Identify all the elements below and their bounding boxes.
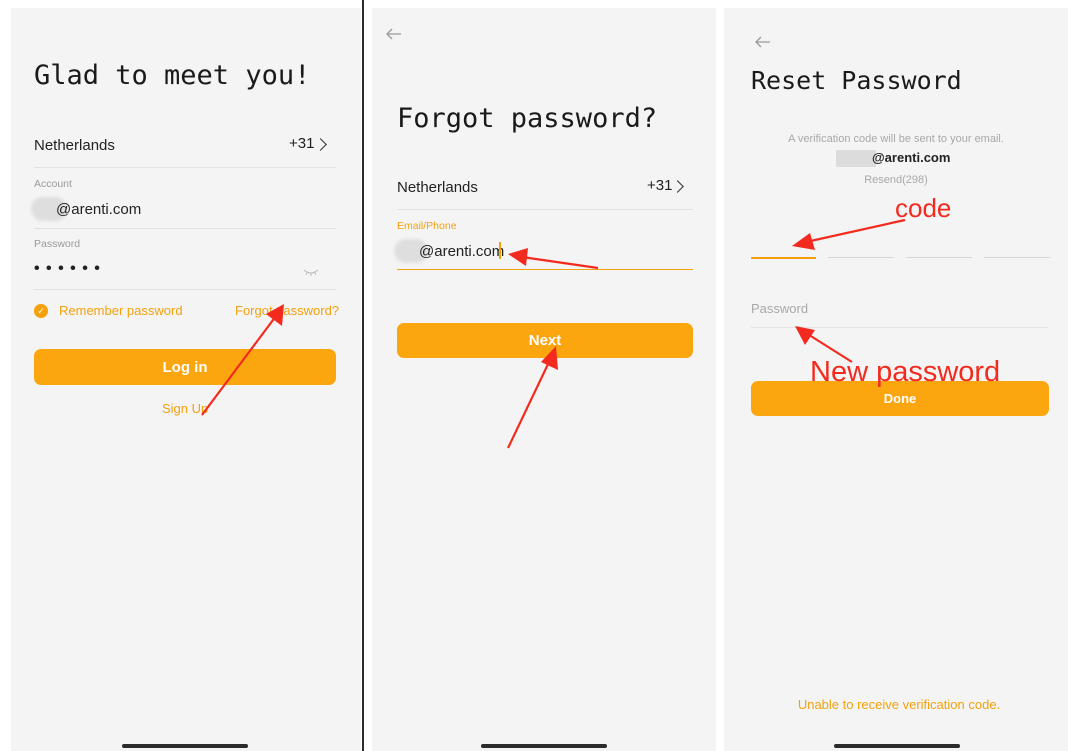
account-label: Account	[34, 178, 72, 190]
login-screen: Glad to meet you! Netherlands +31 Accoun…	[11, 8, 361, 751]
chevron-right-icon	[671, 180, 684, 193]
home-indicator	[481, 744, 607, 748]
account-value: @arenti.com	[56, 201, 142, 218]
password-input[interactable]: • • • • • •	[29, 256, 331, 286]
password-label: Password	[34, 238, 81, 250]
text-cursor	[499, 242, 501, 259]
resend-timer[interactable]: Resend(298)	[724, 174, 1068, 186]
annotation-code: code	[895, 193, 952, 223]
remember-label: Remember password	[59, 303, 183, 318]
email-address: @arenti.com	[872, 150, 951, 165]
divider	[34, 167, 336, 168]
back-arrow-icon[interactable]	[755, 36, 771, 48]
redacted-blur	[836, 150, 876, 167]
eye-closed-icon[interactable]	[303, 268, 319, 276]
next-button[interactable]: Next	[397, 323, 693, 358]
country-selector[interactable]: Netherlands +31	[372, 168, 716, 208]
country-name: Netherlands	[34, 137, 115, 154]
page-title: Forgot password?	[397, 103, 658, 134]
unable-to-receive-link[interactable]: Unable to receive verification code.	[724, 697, 1068, 712]
email-phone-input[interactable]: @arenti.com	[392, 236, 692, 266]
forgot-password-link[interactable]: Forgot password?	[235, 303, 339, 318]
divider	[751, 327, 1048, 328]
password-placeholder: Password	[751, 301, 809, 316]
password-value: • • • • • •	[34, 260, 101, 277]
account-input[interactable]: @arenti.com	[29, 194, 329, 224]
verification-info: A verification code will be sent to your…	[788, 133, 1004, 145]
country-name: Netherlands	[397, 179, 478, 196]
home-indicator	[834, 744, 960, 748]
page-title: Reset Password	[751, 66, 962, 95]
divider	[397, 209, 693, 210]
code-digit-1[interactable]	[751, 257, 816, 259]
country-code: +31	[289, 135, 315, 152]
signup-link[interactable]: Sign Up	[162, 401, 208, 416]
email-phone-label: Email/Phone	[397, 220, 457, 232]
country-selector[interactable]: Netherlands +31	[11, 126, 361, 166]
check-icon: ✓	[34, 304, 48, 318]
country-code: +31	[647, 177, 673, 194]
divider	[34, 289, 336, 290]
screen-divider	[362, 0, 364, 751]
forgot-password-screen: Forgot password? Netherlands +31 Email/P…	[372, 8, 716, 751]
login-button[interactable]: Log in	[34, 349, 336, 385]
new-password-input[interactable]: Password	[751, 293, 1048, 327]
chevron-right-icon	[314, 138, 327, 151]
email-value: @arenti.com	[419, 243, 505, 260]
page-title: Glad to meet you!	[34, 60, 311, 91]
back-arrow-icon[interactable]	[386, 28, 402, 40]
code-digit-2[interactable]	[828, 257, 894, 258]
annotation-new-password: New password	[810, 356, 1001, 388]
code-digit-3[interactable]	[906, 257, 972, 258]
divider	[34, 228, 336, 229]
remember-password-checkbox[interactable]: ✓ Remember password	[34, 302, 184, 320]
code-digit-4[interactable]	[984, 257, 1050, 258]
home-indicator	[122, 744, 248, 748]
active-underline	[397, 269, 693, 270]
